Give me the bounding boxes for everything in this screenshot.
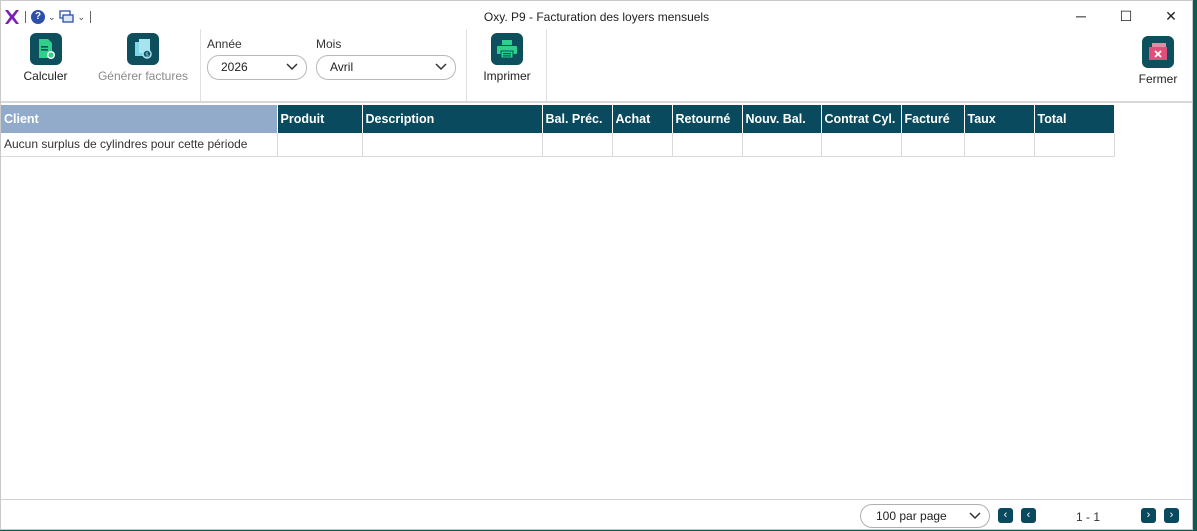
generer-factures-button[interactable]: $ Générer factures <box>93 33 193 83</box>
cell-description <box>362 133 543 157</box>
column-header-total[interactable]: Total <box>1034 105 1115 133</box>
cell-produit <box>277 133 363 157</box>
imprimer-label: Imprimer <box>483 69 531 83</box>
column-header-achat[interactable]: Achat <box>612 105 673 133</box>
calculer-label: Calculer <box>23 69 68 83</box>
cell-achat <box>612 133 673 157</box>
column-header-client[interactable]: Client <box>1 105 278 133</box>
generer-factures-label: Générer factures <box>97 69 189 83</box>
mois-label: Mois <box>316 37 342 51</box>
minimize-button[interactable]: ─ <box>1070 5 1092 27</box>
per-page-value: 100 par page <box>876 509 947 523</box>
maximize-button[interactable]: ☐ <box>1115 5 1137 27</box>
column-header-facture[interactable]: Facturé <box>901 105 965 133</box>
column-header-taux[interactable]: Taux <box>964 105 1035 133</box>
per-page-select[interactable]: 100 par page <box>860 504 990 528</box>
column-header-description[interactable]: Description <box>362 105 543 133</box>
billing-table: Client Produit Description Bal. Préc. Ac… <box>1 105 1115 157</box>
column-header-retourne[interactable]: Retourné <box>672 105 743 133</box>
annee-label: Année <box>207 37 242 51</box>
close-button[interactable]: ✕ <box>1160 5 1182 27</box>
table-header-row: Client Produit Description Bal. Préc. Ac… <box>1 105 1115 133</box>
fermer-label: Fermer <box>1138 72 1178 86</box>
ribbon-bottom-border <box>1 101 1192 103</box>
chevron-down-icon <box>969 512 981 520</box>
table-row[interactable]: Aucun surplus de cylindres pour cette pé… <box>1 133 1115 157</box>
annee-select[interactable]: 2026 <box>207 55 307 80</box>
ribbon-separator <box>466 29 467 101</box>
cell-facture <box>901 133 965 157</box>
cell-nouv-bal <box>742 133 822 157</box>
chevron-down-icon <box>286 63 298 71</box>
close-doc-icon <box>1142 36 1174 68</box>
column-header-nouv-bal[interactable]: Nouv. Bal. <box>742 105 822 133</box>
column-header-produit[interactable]: Produit <box>277 105 363 133</box>
chevron-down-icon <box>435 63 447 71</box>
cell-bal-prec <box>542 133 613 157</box>
cell-contrat-cyl <box>821 133 902 157</box>
last-page-button[interactable]: › <box>1164 508 1179 523</box>
next-page-button[interactable]: › <box>1141 508 1156 523</box>
annee-value: 2026 <box>221 60 248 74</box>
title-bar: ? ⌄ ⌄ Oxy. P9 - Facturation des loyers m… <box>1 1 1192 31</box>
cell-client: Aucun surplus de cylindres pour cette pé… <box>1 133 278 157</box>
column-header-contrat-cyl[interactable]: Contrat Cyl. <box>821 105 902 133</box>
calculate-doc-icon <box>29 33 62 65</box>
printer-icon <box>491 33 523 65</box>
imprimer-button[interactable]: Imprimer <box>478 33 536 83</box>
cell-retourne <box>672 133 743 157</box>
cell-total <box>1034 133 1115 157</box>
main-window: ? ⌄ ⌄ Oxy. P9 - Facturation des loyers m… <box>0 0 1193 530</box>
pagination-bar: 100 par page ‹ ‹ 1 - 1 › › <box>1 499 1192 531</box>
generate-invoices-icon: $ <box>127 33 159 65</box>
mois-value: Avril <box>330 60 354 74</box>
column-header-bal-prec[interactable]: Bal. Préc. <box>542 105 613 133</box>
window-title: Oxy. P9 - Facturation des loyers mensuel… <box>483 10 710 24</box>
first-page-button[interactable]: ‹ <box>998 508 1013 523</box>
prev-page-button[interactable]: ‹ <box>1021 508 1036 523</box>
ribbon-separator <box>546 29 547 101</box>
ribbon-toolbar: Calculer $ Générer factures Année 2026 M… <box>1 29 1192 101</box>
svg-text:$: $ <box>145 52 149 59</box>
mois-select[interactable]: Avril <box>316 55 456 80</box>
fermer-button[interactable]: Fermer <box>1131 36 1185 86</box>
page-range: 1 - 1 <box>1076 510 1101 524</box>
cell-taux <box>964 133 1035 157</box>
calculer-button[interactable]: Calculer <box>18 33 73 83</box>
ribbon-separator <box>200 29 201 101</box>
